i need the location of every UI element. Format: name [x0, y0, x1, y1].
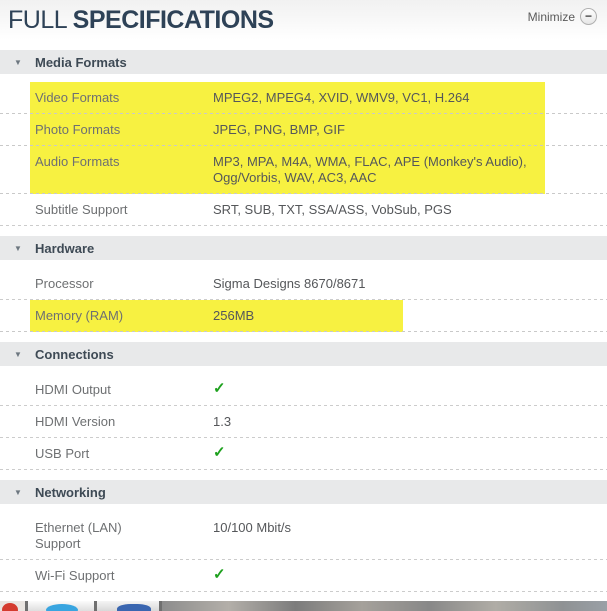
spec-label: Audio Formats: [35, 154, 213, 186]
table-row: Ethernet (LAN) Support 10/100 Mbit/s: [0, 512, 607, 560]
chevron-down-icon[interactable]: ▼: [14, 244, 35, 253]
check-icon: ✓: [213, 444, 226, 461]
spec-label-text: HDMI Output: [35, 382, 111, 397]
taskbar-strip: [0, 601, 607, 611]
spec-value: Sigma Designs 8670/8671: [213, 276, 366, 291]
section-networking: ▼ Networking Ethernet (LAN) Support 10/1…: [0, 480, 607, 611]
full-specifications-panel: FULL SPECIFICATIONS Minimize − ▼ Media F…: [0, 0, 607, 611]
page-title: FULL SPECIFICATIONS: [8, 6, 274, 35]
panel-header: FULL SPECIFICATIONS Minimize −: [0, 0, 607, 50]
spec-label: HDMI Version: [35, 414, 213, 430]
section-header-hardware[interactable]: ▼ Hardware: [0, 236, 607, 260]
spec-label-text: HDMI Version: [35, 414, 116, 429]
spec-value: MPEG2, MPEG4, XVID, WMV9, VC1, H.264: [213, 90, 470, 105]
spec-label: Video Formats: [35, 90, 213, 106]
table-row: Video Formats MPEG2, MPEG4, XVID, WMV9, …: [0, 82, 607, 114]
chevron-down-icon[interactable]: ▼: [14, 488, 35, 497]
minimize-label: Minimize: [527, 9, 575, 24]
table-row: USB Port ✓: [0, 438, 607, 470]
table-row: Memory (RAM) 256MB: [0, 300, 607, 332]
table-row: Wi-Fi Support ✓: [0, 560, 607, 592]
table-row: Audio Formats MP3, MPA, M4A, WMA, FLAC, …: [0, 146, 607, 194]
spec-value: 10/100 Mbit/s: [213, 520, 292, 535]
spec-label: Photo Formats: [35, 122, 213, 138]
section-title: Connections: [35, 346, 114, 362]
spec-value: 256MB: [213, 308, 255, 323]
section-connections: ▼ Connections HDMI Output ✓ HDMI Version…: [0, 342, 607, 470]
spec-value: SRT, SUB, TXT, SSA/ASS, VobSub, PGS: [213, 202, 452, 217]
spec-label-text: Wi-Fi Support: [35, 568, 115, 583]
spec-value: 1.3: [213, 414, 232, 429]
section-title: Networking: [35, 484, 106, 500]
table-row: Processor Sigma Designs 8670/8671: [0, 268, 607, 300]
spec-label: Wi-Fi Support: [35, 568, 213, 584]
section-header-connections[interactable]: ▼ Connections: [0, 342, 607, 366]
check-icon: ✓: [213, 566, 226, 583]
table-row: Photo Formats JPEG, PNG, BMP, GIF: [0, 114, 607, 146]
spec-label: USB Port: [35, 446, 213, 462]
table-row: Subtitle Support SRT, SUB, TXT, SSA/ASS,…: [0, 194, 607, 226]
section-title: Hardware: [35, 240, 95, 256]
table-row: HDMI Version 1.3: [0, 406, 607, 438]
section-media-formats: ▼ Media Formats Video Formats MPEG2, MPE…: [0, 50, 607, 226]
spec-label: HDMI Output: [35, 382, 213, 398]
minimize-icon[interactable]: −: [580, 8, 597, 25]
spec-label: Ethernet (LAN) Support: [35, 520, 213, 552]
taskbar-icon-red[interactable]: [0, 601, 25, 611]
table-row: HDMI Output ✓: [0, 374, 607, 406]
spec-value: JPEG, PNG, BMP, GIF: [213, 122, 345, 137]
taskbar-icon-lightblue[interactable]: [28, 601, 94, 611]
chevron-down-icon[interactable]: ▼: [14, 350, 35, 359]
spec-label-text: Video Formats: [35, 90, 120, 105]
spec-label-text: USB Port: [35, 446, 90, 461]
section-title: Media Formats: [35, 54, 127, 70]
spec-label: Subtitle Support: [35, 202, 213, 218]
spec-label-text: Processor: [35, 276, 94, 291]
background-photo-strip: [162, 601, 607, 611]
chevron-down-icon[interactable]: ▼: [14, 58, 35, 67]
section-hardware: ▼ Hardware Processor Sigma Designs 8670/…: [0, 236, 607, 332]
minimize-button[interactable]: Minimize −: [528, 8, 597, 25]
section-header-networking[interactable]: ▼ Networking: [0, 480, 607, 504]
spec-label-text: Audio Formats: [35, 154, 120, 169]
page-title-light: FULL: [8, 6, 67, 34]
taskbar-icon-blue[interactable]: [97, 601, 159, 611]
spec-label: Memory (RAM): [35, 308, 213, 324]
spec-label: Processor: [35, 276, 213, 292]
spec-label-text: Photo Formats: [35, 122, 121, 137]
page-title-bold: SPECIFICATIONS: [72, 6, 274, 34]
check-icon: ✓: [213, 380, 226, 397]
spec-label-text: Ethernet (LAN) Support: [35, 520, 122, 551]
section-header-media-formats[interactable]: ▼ Media Formats: [0, 50, 607, 74]
spec-label-text: Subtitle Support: [35, 202, 128, 217]
spec-value: MP3, MPA, M4A, WMA, FLAC, APE (Monkey's …: [213, 154, 527, 185]
spec-label-text: Memory (RAM): [35, 308, 124, 323]
